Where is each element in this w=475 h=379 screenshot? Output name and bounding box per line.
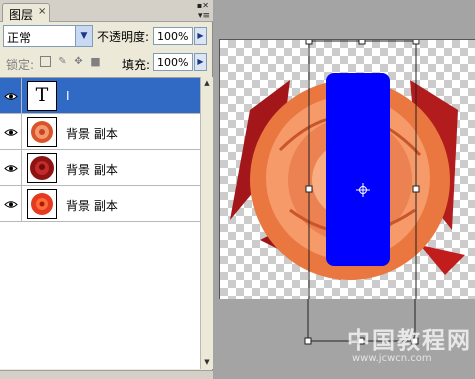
layer-list-scrollbar[interactable]: ▲ ▼ — [200, 77, 213, 369]
layer-list: T I 背景 副本 背景 副本 背景 副本 — [0, 77, 200, 369]
panel-bottom-toolbar — [0, 370, 213, 379]
visibility-toggle[interactable] — [0, 186, 22, 222]
visibility-toggle[interactable] — [0, 114, 22, 150]
flower-red-thumbnail-icon — [28, 190, 56, 218]
fill-input[interactable]: 100% — [153, 53, 193, 71]
watermark-text: 中国教程网 — [347, 328, 472, 354]
panel-menu-icon[interactable]: ▾≡ — [198, 11, 210, 21]
tab-layers-label: 图层 — [9, 8, 34, 22]
layer-row[interactable]: 背景 副本 — [0, 114, 200, 150]
visibility-toggle[interactable] — [0, 78, 22, 114]
layer-name: 背景 副本 — [66, 199, 118, 213]
blue-rounded-rectangle[interactable] — [326, 73, 390, 266]
lock-transparent-icon[interactable] — [40, 56, 51, 67]
handle-middle-left[interactable] — [305, 185, 313, 193]
layer-name: 背景 副本 — [66, 127, 118, 141]
eye-icon — [4, 165, 18, 172]
handle-middle-right[interactable] — [412, 185, 420, 193]
fill-label: 填充: — [122, 58, 151, 72]
eye-icon — [4, 93, 18, 100]
panel-tab-bar: 图层 × ▪✕ ▾≡ — [0, 0, 213, 22]
document-canvas[interactable] — [219, 39, 475, 299]
opacity-input[interactable]: 100% — [153, 27, 193, 45]
lock-all-icon[interactable]: ■ — [90, 56, 101, 67]
rose-red-thumbnail-icon — [28, 154, 56, 182]
eye-icon — [4, 201, 18, 208]
layer-name: I — [66, 89, 70, 103]
fill-slider-arrow-icon[interactable]: ▶ — [194, 53, 207, 71]
rose-petal-fragment — [420, 245, 465, 275]
watermark-url: www.jcwcn.com — [352, 353, 432, 364]
blend-mode-select[interactable]: 正常 ▼ — [3, 25, 93, 47]
panel-window-buttons[interactable]: ▪✕ — [197, 2, 209, 10]
layers-panel: 图层 × ▪✕ ▾≡ 正常 ▼ 不透明度: 100% ▶ 锁定: ✎ ✥ ■ 填… — [0, 0, 213, 379]
blend-mode-value: 正常 — [7, 31, 32, 45]
layer-thumbnail — [27, 117, 57, 147]
opacity-slider-arrow-icon[interactable]: ▶ — [194, 27, 207, 45]
layer-row[interactable]: 背景 副本 — [0, 150, 200, 186]
handle-top-middle[interactable] — [358, 40, 366, 45]
layer-row[interactable]: 背景 副本 — [0, 186, 200, 222]
scroll-down-icon[interactable]: ▼ — [201, 356, 213, 368]
canvas-artwork — [230, 40, 465, 299]
handle-bottom-left[interactable] — [304, 337, 312, 345]
text-layer-icon: T — [35, 84, 49, 106]
scroll-up-icon[interactable]: ▲ — [201, 77, 213, 89]
lock-label: 锁定: — [6, 58, 35, 72]
layer-thumbnail — [27, 189, 57, 219]
close-panel-icon[interactable]: ✕ — [202, 1, 209, 10]
layer-name: 背景 副本 — [66, 163, 118, 177]
lock-move-icon[interactable]: ✥ — [73, 56, 84, 67]
close-icon[interactable]: × — [38, 6, 46, 17]
opacity-label: 不透明度: — [97, 30, 150, 44]
layer-thumbnail: T — [27, 81, 57, 111]
rose-orange-thumbnail-icon — [28, 118, 56, 146]
lock-brush-icon[interactable]: ✎ — [57, 56, 68, 67]
eye-icon — [4, 129, 18, 136]
chevron-down-icon[interactable]: ▼ — [75, 26, 92, 46]
layer-row[interactable]: T I — [0, 78, 200, 114]
handle-top-right[interactable] — [412, 40, 420, 45]
layer-thumbnail — [27, 153, 57, 183]
tab-layers[interactable]: 图层 × — [2, 3, 50, 22]
visibility-toggle[interactable] — [0, 150, 22, 186]
handle-top-left[interactable] — [305, 40, 313, 45]
